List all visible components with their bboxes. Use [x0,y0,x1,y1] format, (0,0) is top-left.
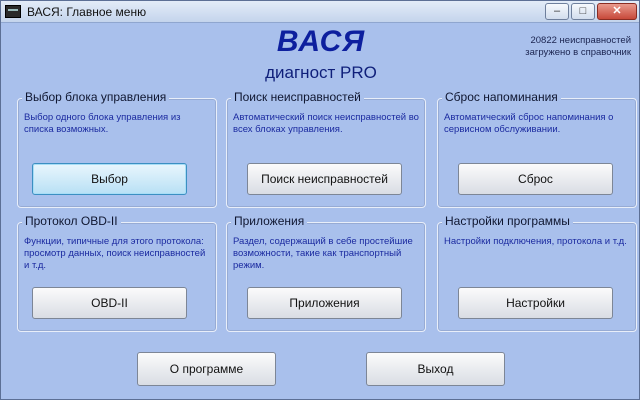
panel-description: Автоматический поиск неисправностей во в… [233,112,419,135]
panel-title: Поиск неисправностей [231,90,364,104]
panel-description: Настройки подключения, протокола и т.д. [444,236,627,247]
panel-program-settings: Настройки программы Настройки подключени… [437,214,637,332]
obd2-button[interactable]: OBD-II [32,287,187,319]
fault-count-caption: загружено в справочник [525,47,631,58]
panel-title: Протокол OBD-II [22,214,121,228]
panel-description: Функции, типичные для этого протокола: п… [24,236,206,271]
app-subtitle: диагност PRO [265,63,377,82]
app-icon [5,5,21,18]
maximize-button[interactable]: □ [571,3,595,20]
applications-button[interactable]: Приложения [247,287,402,319]
select-button[interactable]: Выбор [32,163,187,195]
panel-title: Выбор блока управления [22,90,170,104]
minimize-button[interactable]: ‒ [545,3,569,20]
panel-title: Сброс напоминания [442,90,561,104]
fault-search-button[interactable]: Поиск неисправностей [247,163,402,195]
panel-description: Автоматический сброс напоминания о серви… [444,112,614,135]
exit-button[interactable]: Выход [366,352,505,386]
panel-control-unit-select: Выбор блока управления Выбор одного блок… [17,90,217,208]
app-title: ВАСЯ [276,25,366,58]
fault-count-text: 20822 неисправностей [530,35,631,46]
about-button[interactable]: О программе [137,352,276,386]
panel-reset-reminder: Сброс напоминания Автоматический сброс н… [437,90,637,208]
main-window: ВАСЯ: Главное меню ‒ □ ✕ ВАСЯ диагност P… [0,0,640,400]
panel-description: Раздел, содержащий в себе простейшие воз… [233,236,413,271]
panel-applications: Приложения Раздел, содержащий в себе про… [226,214,426,332]
panel-title: Приложения [231,214,308,228]
settings-button[interactable]: Настройки [458,287,613,319]
panel-title: Настройки программы [442,214,573,228]
panel-description: Выбор одного блока управления из списка … [24,112,181,135]
panel-obd2-protocol: Протокол OBD-II Функции, типичные для эт… [17,214,217,332]
panel-fault-search: Поиск неисправностей Автоматический поис… [226,90,426,208]
title-bar[interactable]: ВАСЯ: Главное меню ‒ □ ✕ [1,1,639,23]
reset-button[interactable]: Сброс [458,163,613,195]
close-button[interactable]: ✕ [597,3,637,20]
window-title: ВАСЯ: Главное меню [27,5,147,19]
